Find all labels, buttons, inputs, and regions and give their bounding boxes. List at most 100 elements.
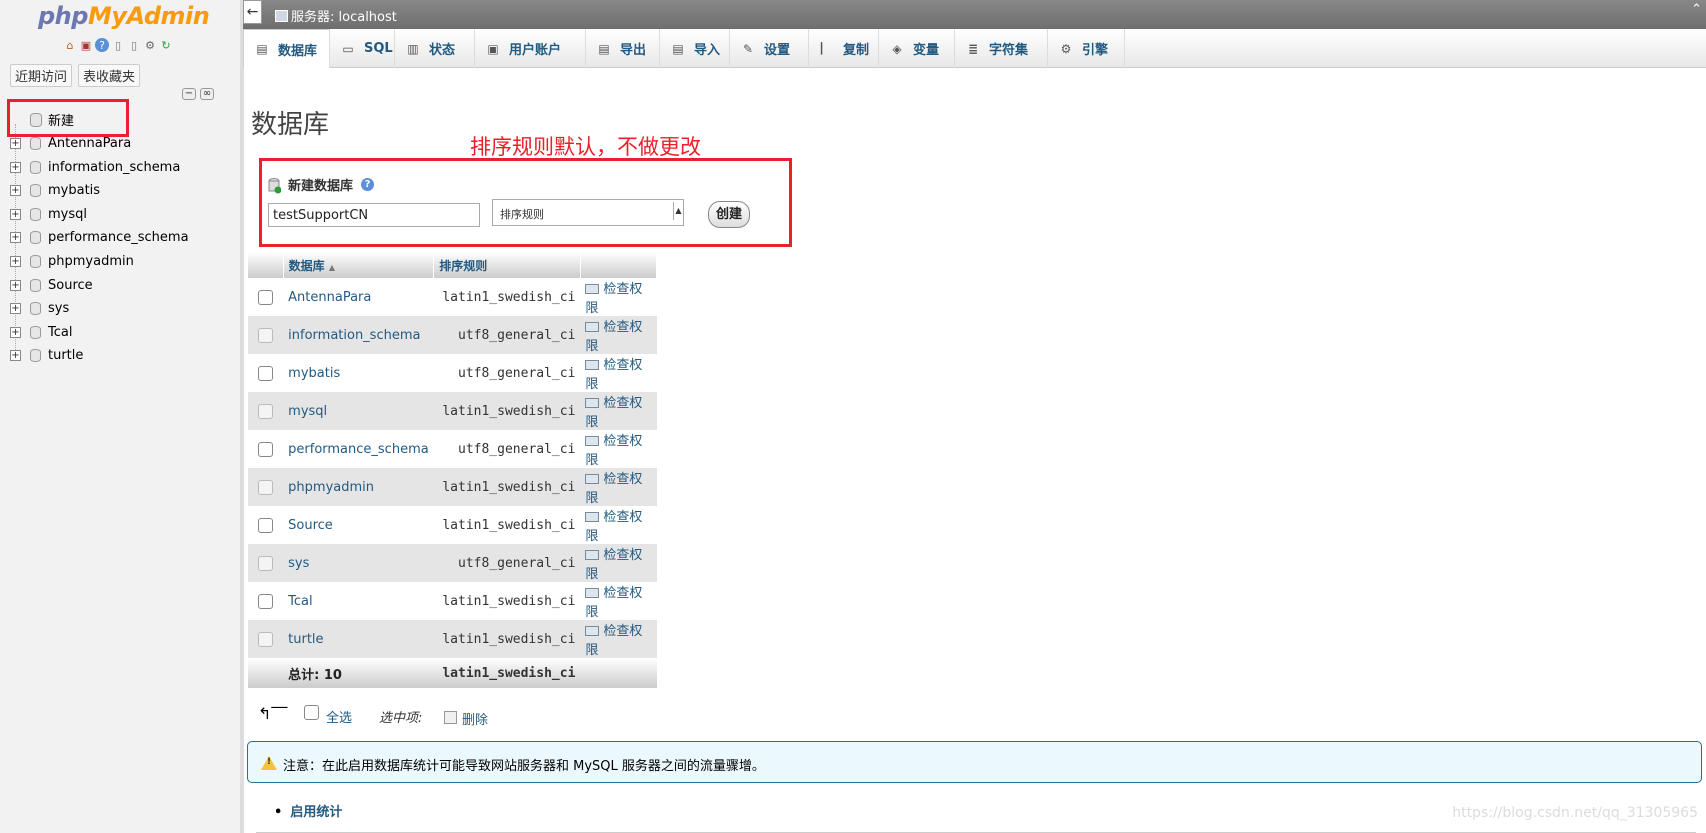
tab-status[interactable]: ▥ 状态: [395, 29, 475, 68]
tree-item-turtle[interactable]: + turtle: [0, 346, 240, 368]
tree-item-tcal[interactable]: + Tcal: [0, 323, 240, 345]
tree-item-antennapara[interactable]: + AntennaPara: [0, 134, 240, 156]
row-checkbox[interactable]: [258, 365, 274, 381]
database-name-cell: AntennaPara: [283, 278, 434, 316]
tab-recent[interactable]: 近期访问: [10, 64, 73, 87]
database-link[interactable]: information_schema: [288, 328, 420, 343]
table-row: sys utf8_general_ci 检查权限: [248, 544, 657, 582]
tree-item-mybatis[interactable]: + mybatis: [0, 181, 240, 203]
annotation-text: 排序规则默认，不做更改: [470, 135, 701, 159]
expand-icon[interactable]: +: [10, 350, 21, 362]
tree-item-label[interactable]: AntennaPara: [48, 136, 131, 151]
database-link[interactable]: sys: [288, 556, 309, 571]
row-checkbox[interactable]: [258, 593, 274, 609]
tab-label: 字符集: [989, 43, 1029, 58]
collapse-all-icon[interactable]: −: [182, 88, 196, 100]
table-row: turtle latin1_swedish_ci 检查权限: [248, 620, 657, 658]
select-all-checkbox[interactable]: [304, 705, 319, 720]
privileges-icon: [585, 474, 600, 484]
tab-engine[interactable]: ⚙ 引擎: [1048, 29, 1125, 68]
home-icon[interactable]: ⌂: [63, 38, 77, 52]
select-all-link[interactable]: 全选: [326, 707, 352, 726]
tree-item-source[interactable]: + Source: [0, 276, 240, 298]
logout-icon[interactable]: ▣: [79, 38, 93, 52]
tab-variables[interactable]: ◈ 变量: [879, 29, 955, 68]
expand-icon[interactable]: +: [10, 208, 21, 220]
tab-sql[interactable]: ▭ SQL: [330, 29, 395, 68]
tree-item-label[interactable]: information_schema: [48, 160, 180, 175]
tree-item-label[interactable]: sys: [48, 301, 69, 316]
row-checkbox[interactable]: [258, 289, 274, 305]
tree-item-information_schema[interactable]: + information_schema: [0, 158, 240, 180]
check-privileges-cell: 检查权限: [580, 278, 657, 316]
row-checkbox[interactable]: [258, 517, 274, 533]
database-link[interactable]: turtle: [288, 632, 323, 647]
tree-item-label[interactable]: turtle: [48, 348, 83, 363]
tab-settings[interactable]: ✎ 设置: [730, 29, 809, 68]
database-link[interactable]: Source: [288, 518, 333, 533]
tree-item-label[interactable]: phpmyadmin: [48, 254, 134, 269]
delete-icon[interactable]: [444, 711, 457, 724]
tab-import[interactable]: ▤ 导入: [660, 29, 730, 68]
row-checkbox[interactable]: [258, 327, 274, 343]
tree-item-mysql[interactable]: + mysql: [0, 205, 240, 227]
tree-item-performance_schema[interactable]: + performance_schema: [0, 228, 240, 250]
tree-item-label[interactable]: Tcal: [48, 325, 72, 340]
tree-item-sys[interactable]: + sys: [0, 299, 240, 321]
database-link[interactable]: performance_schema: [288, 442, 429, 457]
database-link[interactable]: mybatis: [288, 366, 340, 381]
help-icon[interactable]: ?: [95, 38, 109, 52]
database-link[interactable]: mysql: [288, 404, 327, 419]
check-privileges-cell: 检查权限: [580, 392, 657, 430]
gear-icon[interactable]: ⚙: [143, 38, 157, 52]
tab-replication[interactable]: ⎸ 复制: [809, 29, 879, 68]
link-icon[interactable]: ∞: [200, 88, 214, 100]
sidebar-resizer[interactable]: [240, 0, 244, 833]
row-checkbox[interactable]: [258, 479, 274, 495]
create-button[interactable]: 创建: [708, 201, 750, 228]
notice-text: 注意：在此启用数据库统计可能导致网站服务器和 MySQL 服务器之间的流量骤增。: [283, 759, 765, 774]
header-database[interactable]: 数据库 ▲: [283, 252, 435, 278]
tab-export[interactable]: ▤ 导出: [586, 29, 660, 68]
database-name-input[interactable]: [268, 203, 480, 227]
header-collation[interactable]: 排序规则: [433, 252, 581, 278]
expand-icon[interactable]: +: [10, 185, 21, 197]
tree-item-label[interactable]: Source: [48, 278, 93, 293]
tree-item-phpmyadmin[interactable]: + phpmyadmin: [0, 252, 240, 274]
breadcrumb-server[interactable]: 服务器: localhost: [291, 10, 397, 25]
delete-link[interactable]: 删除: [462, 709, 488, 728]
tree-item-label[interactable]: mysql: [48, 207, 87, 222]
database-link[interactable]: phpmyadmin: [288, 480, 374, 495]
expand-icon[interactable]: +: [10, 303, 21, 315]
variables-icon: ◈: [892, 41, 902, 56]
copy-icon[interactable]: ▯: [127, 38, 141, 52]
row-checkbox[interactable]: [258, 555, 274, 571]
database-link[interactable]: AntennaPara: [288, 290, 371, 305]
expand-icon[interactable]: +: [10, 138, 21, 149]
tree-item-label[interactable]: mybatis: [48, 183, 100, 198]
tab-charset[interactable]: ≣ 字符集: [955, 29, 1048, 68]
help-icon[interactable]: ?: [361, 178, 374, 191]
database-link[interactable]: Tcal: [288, 594, 312, 609]
collation-select[interactable]: 排序规则 ▲: [492, 199, 684, 226]
tree-item-label[interactable]: performance_schema: [48, 230, 189, 245]
tab-favorites[interactable]: 表收藏夹: [78, 64, 141, 87]
tab-users[interactable]: ▣ 用户账户: [475, 29, 586, 68]
expand-icon[interactable]: +: [10, 256, 21, 267]
docs-icon[interactable]: ▯: [111, 38, 125, 52]
enable-statistics-link[interactable]: 启用统计: [274, 801, 342, 820]
expand-icon[interactable]: +: [10, 279, 21, 291]
maximize-icon[interactable]: ⌃: [1691, 2, 1702, 17]
phpmyadmin-logo[interactable]: phpMyAdmin: [38, 2, 210, 30]
top-menu-tabs: ▤ 数据库 ▭ SQL ▥ 状态 ▣ 用户账户 ▤ 导出 ▤ 导入 ✎ 设置 ⎸ 复制 ◈ 变量 ≣ 字符集 ⚙ 引擎: [243, 29, 1706, 68]
row-checkbox[interactable]: [258, 441, 274, 457]
back-arrow-icon[interactable]: ←: [243, 0, 262, 24]
tab-database[interactable]: ▤ 数据库: [243, 29, 330, 68]
row-checkbox[interactable]: [258, 403, 274, 419]
expand-icon[interactable]: +: [10, 326, 21, 338]
breadcrumb[interactable]: 服务器: localhost: [275, 6, 397, 25]
expand-icon[interactable]: +: [10, 161, 21, 173]
row-checkbox[interactable]: [258, 631, 274, 647]
reload-icon[interactable]: ↻: [159, 38, 173, 52]
expand-icon[interactable]: +: [10, 232, 21, 244]
